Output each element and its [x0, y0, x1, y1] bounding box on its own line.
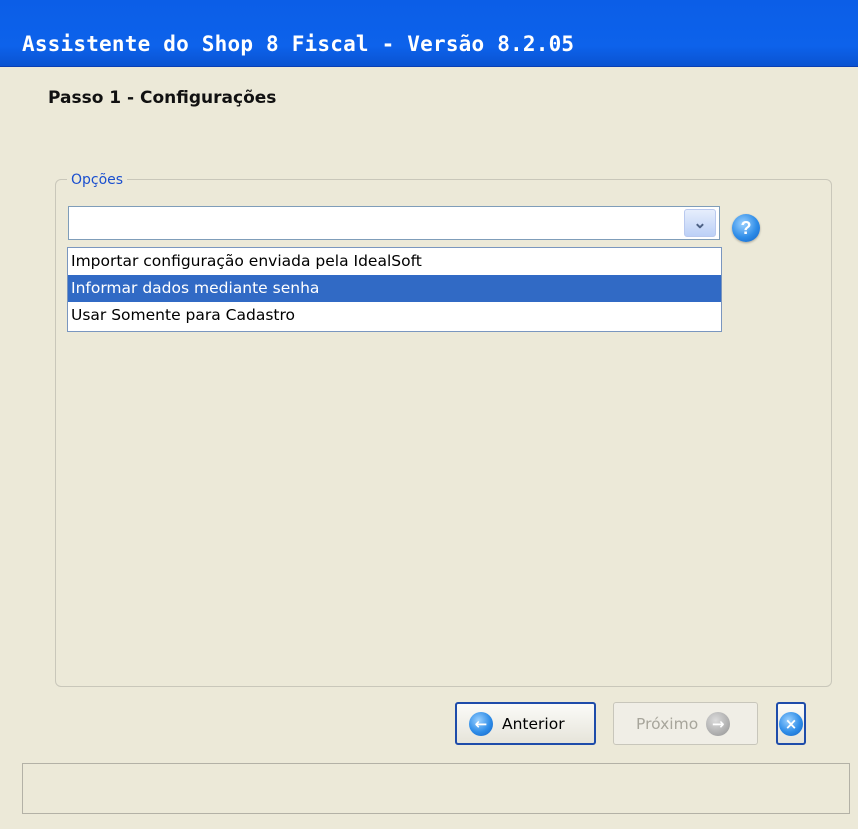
step-title: Passo 1 - Configurações	[48, 88, 277, 108]
close-circle-icon: ×	[779, 711, 803, 736]
chevron-down-icon: ⌄	[693, 215, 707, 232]
next-button-label: Próximo	[636, 714, 699, 733]
status-bar	[22, 763, 850, 814]
dropdown-item-informar[interactable]: Informar dados mediante senha	[68, 275, 721, 302]
help-icon[interactable]: ?	[732, 214, 760, 242]
window-title: Assistente do Shop 8 Fiscal - Versão 8.2…	[22, 32, 575, 56]
title-bar[interactable]: Assistente do Shop 8 Fiscal - Versão 8.2…	[0, 0, 858, 67]
dropdown-item-usar-cadastro[interactable]: Usar Somente para Cadastro	[68, 302, 721, 329]
options-dropdown-list: Importar configuração enviada pela Ideal…	[67, 247, 722, 332]
options-group-label: Opções	[67, 172, 128, 188]
dropdown-item-importar[interactable]: Importar configuração enviada pela Ideal…	[68, 248, 721, 275]
arrow-left-circle-icon: ←	[469, 711, 493, 736]
close-button[interactable]: ×	[776, 702, 806, 745]
arrow-right-circle-icon: →	[706, 711, 731, 736]
wizard-window: Assistente do Shop 8 Fiscal - Versão 8.2…	[0, 0, 858, 829]
next-button[interactable]: Próximo →	[613, 702, 758, 745]
combobox-dropdown-button[interactable]: ⌄	[684, 209, 716, 237]
options-combobox[interactable]	[68, 206, 720, 240]
previous-button-label: Anterior	[502, 714, 565, 733]
previous-button[interactable]: ← Anterior	[455, 702, 596, 745]
